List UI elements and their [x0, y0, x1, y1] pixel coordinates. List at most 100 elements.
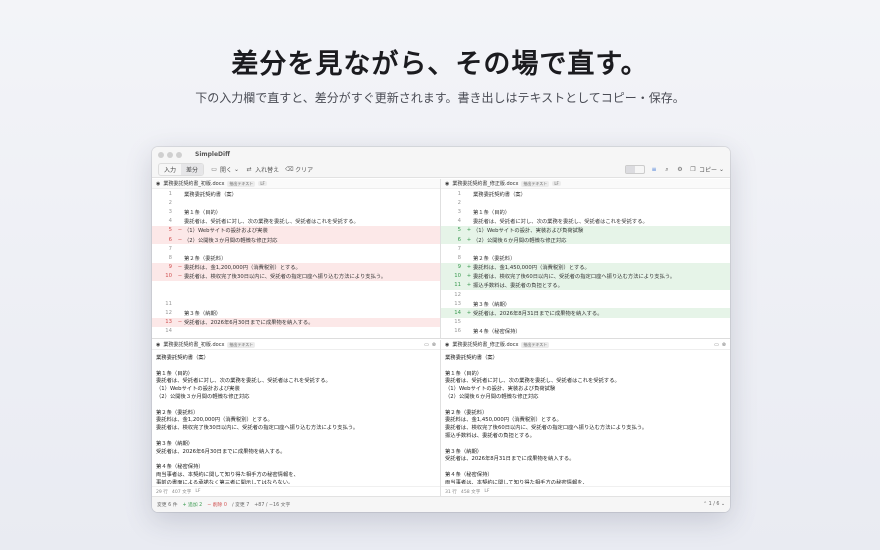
database-icon[interactable]: ≡ — [650, 166, 658, 173]
editor-line: 第３条（納期） — [156, 440, 194, 447]
clear-icon[interactable]: ⊗ — [432, 342, 436, 348]
copy-icon: ❐ — [690, 166, 696, 173]
mode-switch: 入力 差分 — [158, 163, 205, 176]
status-bar: 変更 6 件 + 追加 2 − 削除 0 ∕ 変更 7 +87 / −16 文字… — [152, 496, 730, 512]
diff-line: 4 委託者は、受託者に対し、次の業務を委託し、受託者はこれを受託する。 — [441, 217, 730, 226]
line-text: 業務委託契約書（案） — [473, 191, 526, 198]
extract-badge: 抽出テキスト — [521, 180, 550, 187]
line-number: 3 — [168, 208, 172, 215]
line-number: 2 — [168, 199, 172, 206]
swap-button[interactable]: ⇄ 入れ替え — [245, 165, 280, 174]
editor-line: 業務委託契約書（案） — [445, 355, 498, 361]
line-text: 第４条（秘密保持） — [473, 329, 521, 336]
char-diff: +87 / −16 文字 — [254, 503, 291, 508]
line-number: 4 — [457, 218, 461, 225]
diff-marker: − — [177, 319, 183, 326]
line-number: 10 — [165, 273, 172, 280]
line-number: 9 — [168, 264, 172, 271]
title-bar: SimpleDiff — [152, 147, 730, 162]
side-by-side-view-button[interactable] — [625, 166, 635, 173]
line-number: 5 — [168, 227, 172, 234]
chevron-up-icon[interactable]: ⌃ — [703, 502, 707, 507]
change-navigator[interactable]: ⌃ 1 / 6 ⌄ — [703, 502, 725, 507]
line-text: 第４条（秘密保持） — [184, 337, 232, 338]
diff-pane-right[interactable]: ◉ 業務委託契約書_修正版.docx 抽出テキスト LF 1 業務委託契約書（案）… — [441, 179, 730, 338]
minimize-window-button[interactable] — [167, 151, 173, 158]
deleted-count: − 削除 0 — [207, 503, 227, 508]
line-text: （2）公開後６か月間の軽微な修正対応 — [473, 237, 567, 244]
hero-title: 差分を見ながら、その場で直す。 — [231, 49, 649, 80]
gear-icon[interactable]: ⚙ — [676, 166, 684, 173]
tab-diff[interactable]: 差分 — [181, 164, 204, 175]
app-title: SimpleDiff — [195, 151, 230, 158]
line-text: 第１条（目的） — [473, 209, 511, 216]
line-number: 11 — [454, 282, 461, 289]
hero-subtitle: 下の入力欄で直すと、差分がすぐ更新されます。書き出しはテキストとしてコピー・保存… — [195, 91, 685, 105]
diff-line: 2 — [152, 198, 440, 207]
clear-icon[interactable]: ⊗ — [722, 342, 726, 348]
diff-line: 9 + 委託料は、金1,450,000円（消費税別）とする。 — [441, 262, 730, 272]
line-text: 委託者は、検収完了後30日以内に、受託者の指定口座へ振り込む方法により支払う。 — [184, 274, 387, 281]
folder-icon[interactable]: ▭ — [424, 342, 429, 348]
editor-line: （2）公開後３か月間の軽微な修正対応 — [156, 393, 250, 400]
copy-button[interactable]: ❐ コピー ⌄ — [689, 165, 724, 174]
diff-line: 13 第３条（納期） — [441, 299, 730, 308]
collapse-icon[interactable]: ◉ — [445, 181, 449, 187]
line-number: 12 — [165, 310, 172, 317]
line-number: 7 — [168, 245, 172, 252]
unified-view-button[interactable] — [635, 166, 644, 173]
diff-line: 14 + 受託者は、2026年8月31日までに成果物を納入する。 — [441, 308, 730, 318]
chevron-down-icon[interactable]: ⌄ — [721, 502, 725, 507]
tab-input[interactable]: 入力 — [159, 164, 181, 175]
line-number: 1 — [457, 190, 461, 197]
pane-header-left: ◉ 業務委託契約書_初版.docx 抽出テキスト LF — [152, 179, 440, 189]
extract-badge: 抽出テキスト — [521, 341, 550, 348]
editor-left: ◉ 業務委託契約書_初版.docx 抽出テキスト ▭ ⊗ 業務委託契約書（案）第… — [152, 340, 441, 496]
diff-line: 5 + （1）Webサイトの設計、実装および負荷試験 — [441, 225, 730, 235]
line-number: 1 — [168, 190, 172, 197]
line-text: 第３条（納期） — [473, 301, 511, 308]
editor-footer-left: 29 行 407 文字 LF — [152, 486, 440, 496]
diff-line: 8 第２条（委託料） — [441, 253, 730, 262]
collapse-icon[interactable]: ◉ — [445, 342, 449, 348]
diff-pane-left[interactable]: ◉ 業務委託契約書_初版.docx 抽出テキスト LF 1 業務委託契約書（案） 2… — [152, 179, 441, 338]
line-text: 業務委託契約書（案） — [184, 191, 237, 198]
filename: 業務委託契約書_修正版.docx — [452, 342, 519, 348]
zoom-window-button[interactable] — [176, 151, 182, 158]
collapse-icon[interactable]: ◉ — [156, 181, 160, 187]
diff-view: ◉ 業務委託契約書_初版.docx 抽出テキスト LF 1 業務委託契約書（案） 2… — [152, 179, 730, 339]
editor-line: 委託料は、金1,200,000円（消費税別）とする。 — [156, 417, 273, 424]
editor-line: （2）公開後６か月間の軽微な修正対応 — [445, 393, 539, 400]
diff-line: 4 委託者は、受託者に対し、次の業務を委託し、受託者はこれを受託する。 — [152, 217, 440, 226]
folder-icon[interactable]: ▭ — [714, 342, 719, 348]
diff-marker: + — [466, 264, 472, 271]
diff-line: 8 第２条（委託料） — [152, 253, 440, 262]
line-text: 委託料は、金1,450,000円（消費税別）とする。 — [473, 265, 590, 272]
editor-text-left[interactable]: 業務委託契約書（案） 第１条（目的） 委託者は、受託者に対し、次の業務を委託し、受託… — [152, 350, 440, 484]
change-count: 変更 6 件 — [157, 503, 178, 508]
search-icon[interactable]: ⌕ — [663, 166, 671, 173]
editor-line: 両当事者は、本契約に関して知り得た相手方の秘密情報を、 — [156, 471, 299, 478]
char-count: 458 文字 — [460, 489, 481, 495]
line-number: 4 — [168, 218, 172, 225]
diff-line: 10− 委託者は、検収完了後30日以内に、受託者の指定口座へ振り込む方法により支払… — [152, 271, 440, 281]
diff-line: 3 第１条（目的） — [152, 207, 440, 216]
editor-header-left: ◉ 業務委託契約書_初版.docx 抽出テキスト ▭ ⊗ — [152, 340, 440, 350]
eol-badge: LF — [258, 181, 267, 186]
collapse-icon[interactable]: ◉ — [156, 342, 160, 348]
diff-marker: + — [466, 310, 472, 317]
clear-button[interactable]: ⌫ クリア — [285, 165, 313, 174]
diff-line: 11 — [152, 299, 440, 308]
line-text: （1）Webサイトの設計、実装および負荷試験 — [473, 228, 584, 235]
filename: 業務委託契約書_初版.docx — [163, 181, 225, 187]
editor-text-right[interactable]: 業務委託契約書（案） 第１条（目的） 委託者は、受託者に対し、次の業務を委託し、受託… — [441, 350, 730, 484]
app-window: SimpleDiff 入力 差分 ▭ 開く ⌄ ⇄ 入れ替え ⌫ クリア ≡ ⌕… — [152, 147, 730, 512]
close-window-button[interactable] — [158, 151, 164, 158]
diff-line: 16 第４条（秘密保持） — [441, 327, 730, 336]
open-button[interactable]: ▭ 開く ⌄ — [210, 165, 239, 174]
line-number: 14 — [165, 328, 172, 335]
